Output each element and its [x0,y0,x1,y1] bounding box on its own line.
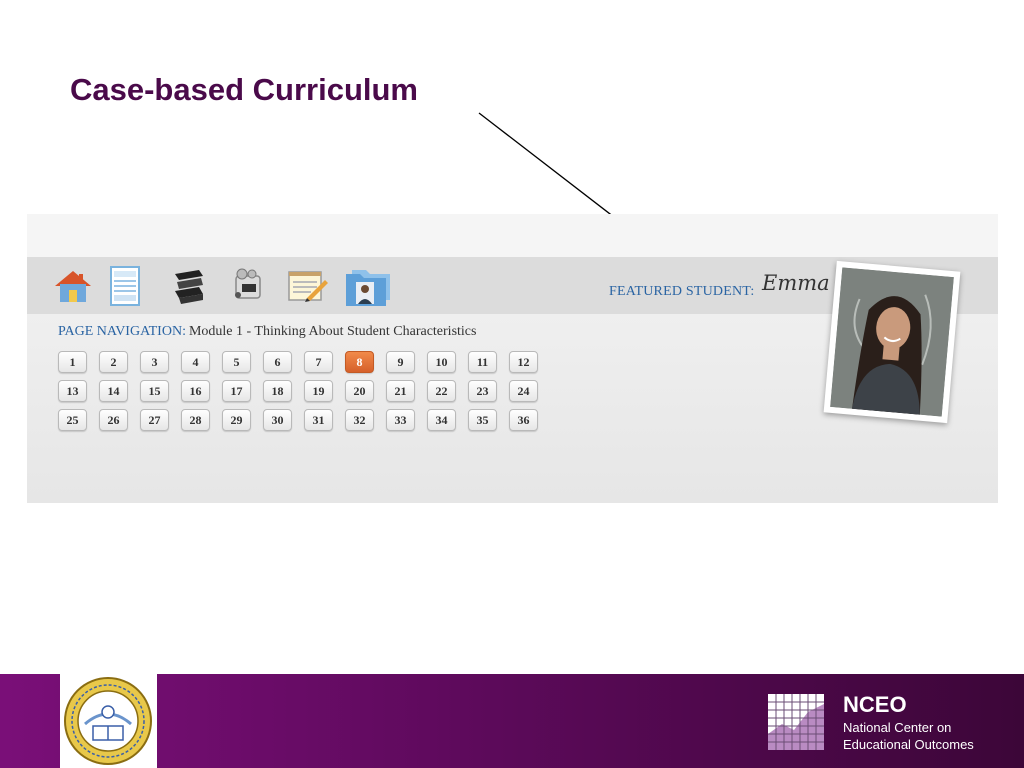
page-button-28[interactable]: 28 [181,409,210,431]
featured-student-label: FEATURED STUDENT: [609,284,755,299]
top-strip [27,214,998,257]
nceo-full-name: National Center on Educational Outcomes [843,719,974,753]
page-navigation: PAGE NAVIGATION: Module 1 - Thinking Abou… [58,324,476,340]
footer-bar: NCEO National Center on Educational Outc… [0,674,1024,768]
books-icon[interactable] [167,264,211,308]
video-camera-icon[interactable] [226,264,270,308]
page-button-14[interactable]: 14 [99,380,128,402]
page-button-33[interactable]: 33 [386,409,415,431]
slide-title: Case-based Curriculum [70,72,418,107]
home-icon[interactable] [51,264,95,308]
page-button-25[interactable]: 25 [58,409,87,431]
module-title: Module 1 - Thinking About Student Charac… [188,324,477,339]
page-button-5[interactable]: 5 [222,351,251,373]
page-button-15[interactable]: 15 [140,380,169,402]
page-button-6[interactable]: 6 [263,351,292,373]
page-button-19[interactable]: 19 [304,380,333,402]
page-button-30[interactable]: 30 [263,409,292,431]
nceo-name-line-2: Educational Outcomes [843,737,974,752]
page-button-17[interactable]: 17 [222,380,251,402]
featured-student-photo[interactable] [823,260,961,424]
student-folder-icon[interactable] [342,264,394,308]
page-button-26[interactable]: 26 [99,409,128,431]
app-screenshot-panel: FEATURED STUDENT: Emma PAGE NAVIGATION: M… [27,214,998,503]
page-button-24[interactable]: 24 [509,380,538,402]
page-button-22[interactable]: 22 [427,380,456,402]
nceo-acronym: NCEO [843,692,907,717]
page-button-12[interactable]: 12 [509,351,538,373]
notepad-pencil-icon[interactable] [285,264,329,308]
page-button-7[interactable]: 7 [304,351,333,373]
page-button-16[interactable]: 16 [181,380,210,402]
page-button-3[interactable]: 3 [140,351,169,373]
page-button-29[interactable]: 29 [222,409,251,431]
page-button-9[interactable]: 9 [386,351,415,373]
nceo-name-line-1: National Center on [843,720,952,735]
page-button-34[interactable]: 34 [427,409,456,431]
page-button-20[interactable]: 20 [345,380,374,402]
page-button-27[interactable]: 27 [140,409,169,431]
page-button-4[interactable]: 4 [181,351,210,373]
page-button-8[interactable]: 8 [345,351,374,373]
page-button-2[interactable]: 2 [99,351,128,373]
page-button-18[interactable]: 18 [263,380,292,402]
state-seal-icon [64,677,152,765]
featured-student-name: Emma [762,271,830,295]
page-button-13[interactable]: 13 [58,380,87,402]
page-button-31[interactable]: 31 [304,409,333,431]
seal-container [60,674,157,768]
page-button-36[interactable]: 36 [509,409,538,431]
page-button-32[interactable]: 32 [345,409,374,431]
document-icon[interactable] [103,264,147,308]
page-button-21[interactable]: 21 [386,380,415,402]
nceo-logo-icon [768,694,824,750]
page-button-1[interactable]: 1 [58,351,87,373]
page-button-10[interactable]: 10 [427,351,456,373]
page-button-23[interactable]: 23 [468,380,497,402]
page-button-35[interactable]: 35 [468,409,497,431]
page-navigation-label: PAGE NAVIGATION: [58,324,186,339]
page-button-11[interactable]: 11 [468,351,497,373]
